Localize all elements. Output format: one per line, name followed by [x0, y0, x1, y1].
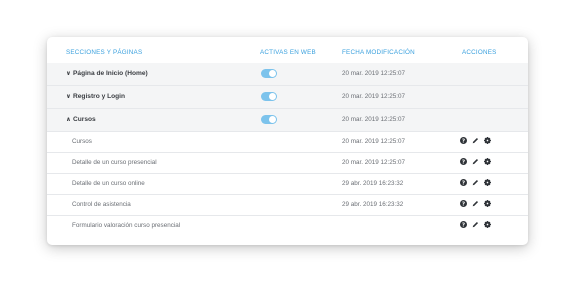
- help-icon[interactable]: ?: [460, 179, 469, 188]
- edit-icon[interactable]: [472, 137, 481, 146]
- chevron-down-icon[interactable]: ∨: [66, 70, 73, 77]
- svg-text:?: ?: [462, 181, 465, 186]
- active-web-toggle[interactable]: [261, 69, 277, 78]
- page-row: Detalle de un curso presencial 20 mar. 2…: [47, 153, 528, 174]
- edit-icon[interactable]: [472, 179, 481, 188]
- help-icon[interactable]: ?: [460, 221, 469, 230]
- column-header-active-web[interactable]: ACTIVAS EN WEB: [260, 49, 316, 56]
- section-name[interactable]: ∧ Cursos: [66, 116, 96, 123]
- settings-icon[interactable]: [484, 179, 493, 188]
- settings-icon[interactable]: [484, 200, 493, 209]
- modified-date: 20 mar. 2019 12:25:07: [342, 93, 406, 100]
- page-row: Formulario valoración curso presencial ?: [47, 216, 528, 236]
- modified-date: 20 mar. 2019 12:25:07: [342, 70, 406, 77]
- modified-date: 29 abr. 2019 16:23:32: [342, 201, 404, 208]
- active-web-toggle[interactable]: [261, 92, 277, 101]
- edit-icon[interactable]: [472, 221, 481, 230]
- toggle-knob: [269, 70, 276, 77]
- active-web-toggle[interactable]: [261, 115, 277, 124]
- svg-text:?: ?: [462, 139, 465, 144]
- table-header: SECCIONES Y PÁGINAS ACTIVAS EN WEB FECHA…: [47, 37, 528, 64]
- edit-icon[interactable]: [472, 200, 481, 209]
- column-header-actions: ACCIONES: [462, 49, 497, 56]
- page-row: Detalle de un curso online 29 abr. 2019 …: [47, 174, 528, 195]
- section-name[interactable]: ∨ Página de Inicio (Home): [66, 70, 148, 77]
- settings-icon[interactable]: [484, 137, 493, 146]
- svg-text:?: ?: [462, 202, 465, 207]
- edit-icon[interactable]: [472, 158, 481, 167]
- section-row-cursos[interactable]: ∧ Cursos 20 mar. 2019 12:25:07: [47, 109, 528, 132]
- page-row: Control de asistencia 29 abr. 2019 16:23…: [47, 195, 528, 216]
- chevron-down-icon[interactable]: ∨: [66, 93, 73, 100]
- modified-date: 20 mar. 2019 12:25:07: [342, 138, 406, 145]
- modified-date: 20 mar. 2019 12:25:07: [342, 116, 406, 123]
- section-row-registro[interactable]: ∨ Registro y Login 20 mar. 2019 12:25:07: [47, 86, 528, 109]
- page-name: Detalle de un curso online: [72, 180, 145, 187]
- toggle-knob: [269, 93, 276, 100]
- toggle-knob: [269, 116, 276, 123]
- column-header-sections[interactable]: SECCIONES Y PÁGINAS: [66, 49, 142, 56]
- section-name[interactable]: ∨ Registro y Login: [66, 93, 125, 100]
- page-name: Formulario valoración curso presencial: [72, 222, 181, 229]
- svg-text:?: ?: [462, 223, 465, 228]
- section-row-home[interactable]: ∨ Página de Inicio (Home) 20 mar. 2019 12…: [47, 63, 528, 86]
- page-row: Cursos 20 mar. 2019 12:25:07 ?: [47, 132, 528, 153]
- modified-date: 20 mar. 2019 12:25:07: [342, 159, 406, 166]
- svg-text:?: ?: [462, 160, 465, 165]
- help-icon[interactable]: ?: [460, 158, 469, 167]
- column-header-modified[interactable]: FECHA MODIFICACIÓN: [342, 49, 415, 56]
- page-name: Control de asistencia: [72, 201, 131, 208]
- help-icon[interactable]: ?: [460, 137, 469, 146]
- help-icon[interactable]: ?: [460, 200, 469, 209]
- modified-date: 29 abr. 2019 16:23:32: [342, 180, 404, 187]
- chevron-up-icon[interactable]: ∧: [66, 116, 73, 123]
- settings-icon[interactable]: [484, 158, 493, 167]
- page-name: Cursos: [72, 138, 92, 145]
- sections-pages-card: SECCIONES Y PÁGINAS ACTIVAS EN WEB FECHA…: [47, 37, 528, 245]
- page-name: Detalle de un curso presencial: [72, 159, 157, 166]
- settings-icon[interactable]: [484, 221, 493, 230]
